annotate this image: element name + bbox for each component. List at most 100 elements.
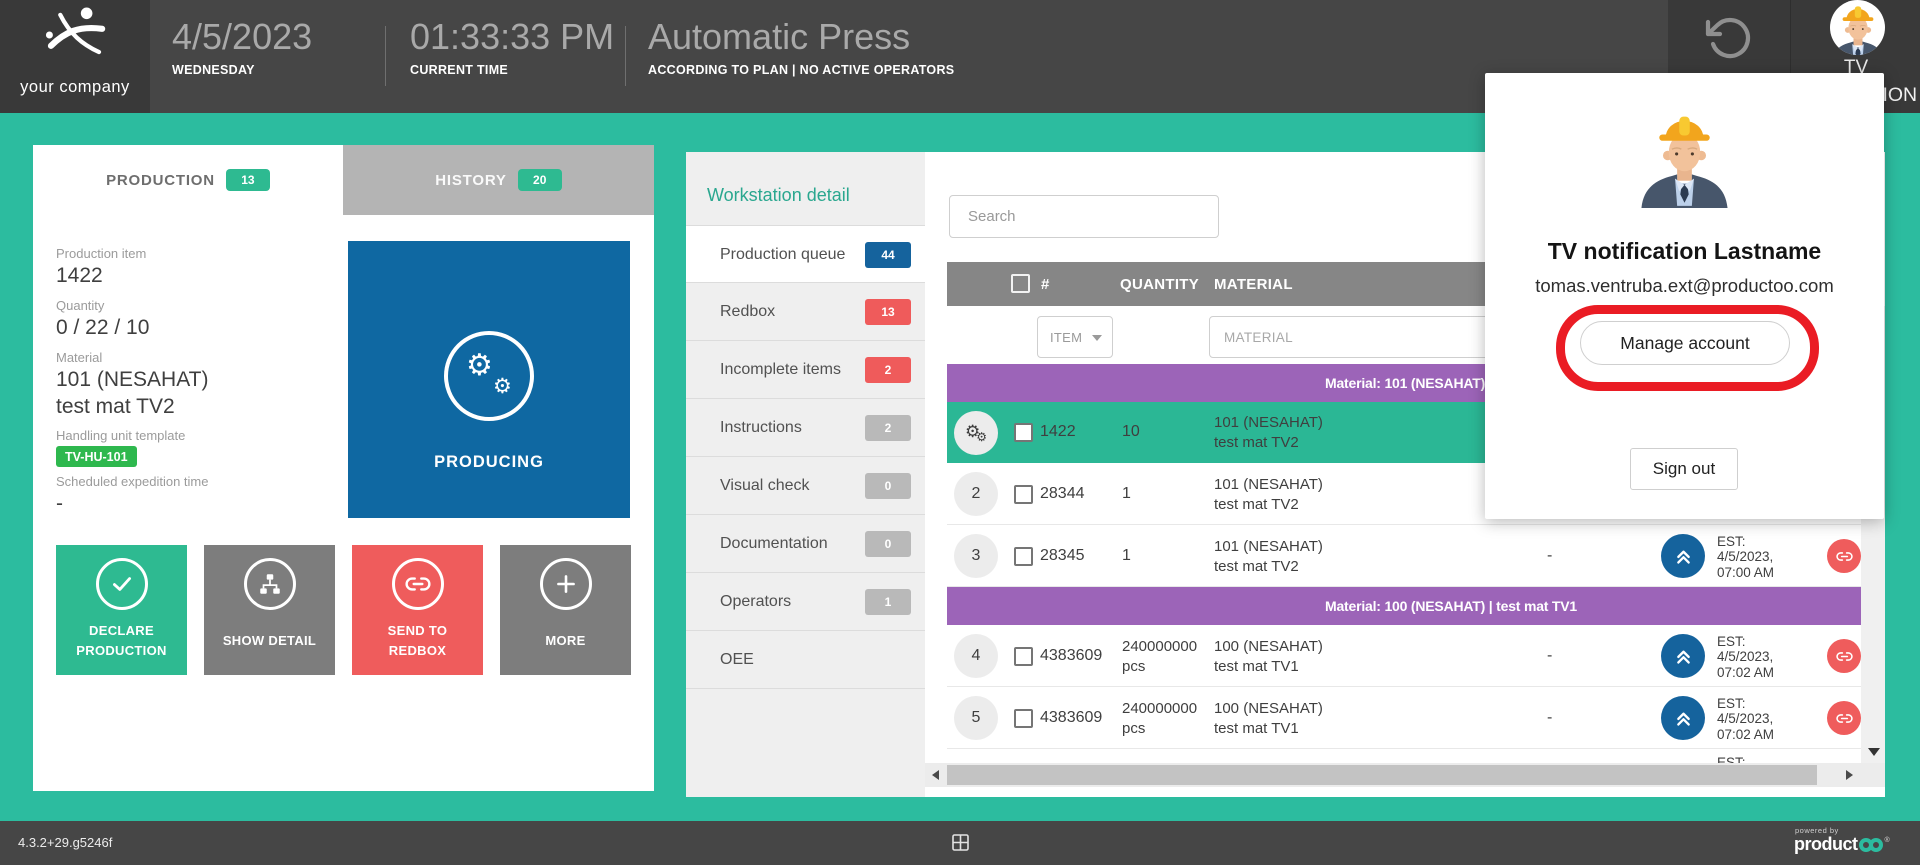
producing-row-gear-icon: ⚙⚙ [954,411,998,455]
queue-row-3[interactable]: 3 28345 1 101 (NESAHAT)test mat TV2 - ES… [947,525,1861,587]
workstation-status: ACCORDING TO PLAN | NO ACTIVE OPERATORS [648,63,954,77]
quantity-value: 0 / 22 / 10 [56,316,149,340]
row-checkbox[interactable] [1014,547,1033,566]
item-filter-select[interactable]: ITEM [1037,316,1113,358]
user-full-name: TV notification Lastname [1485,238,1884,265]
queue-row-5[interactable]: 5 4383609 240000000pcs 100 (NESAHAT)test… [947,687,1861,749]
plus-icon [540,558,592,610]
row-checkbox[interactable] [1014,485,1033,504]
more-button[interactable]: MORE [500,545,631,675]
menu-item-incomplete-items[interactable]: Incomplete items 2 [686,341,925,399]
scroll-down-icon[interactable] [1868,748,1880,756]
declare-production-label: DECLAREPRODUCTION [60,618,183,664]
header-divider [625,26,626,86]
link-button[interactable] [1827,639,1861,673]
menu-item-redbox[interactable]: Redbox 13 [686,283,925,341]
company-logo: your company [0,0,150,113]
tab-history-count-badge: 20 [518,169,562,191]
move-to-top-button[interactable] [1661,696,1705,740]
queue-row-6-partial: EST: [947,749,1861,763]
operators-count-badge: 1 [865,589,911,615]
row-checkbox[interactable] [1014,423,1033,442]
visual-check-count-badge: 0 [865,473,911,499]
menu-item-operators[interactable]: Operators 1 [686,573,925,631]
incomplete-items-count-badge: 2 [865,357,911,383]
cell-material: 101 (NESAHAT)test mat TV2 [1214,413,1323,453]
production-item-value: 1422 [56,264,103,288]
check-icon [96,558,148,610]
cell-quantity: 1 [1122,485,1131,503]
move-to-top-button[interactable] [1661,534,1705,578]
productoo-brand: product ® [1794,834,1890,855]
menu-item-instructions[interactable]: Instructions 2 [686,399,925,457]
column-header-material: MATERIAL [1214,262,1293,306]
workstation-detail-panel: Workstation detail Production queue 44 R… [686,152,925,797]
cell-est: EST:4/5/2023,07:00 AM [1717,534,1774,581]
tab-production-count-badge: 13 [226,169,270,191]
link-button[interactable] [1827,539,1861,573]
move-to-top-button[interactable] [1661,634,1705,678]
scroll-right-icon[interactable] [1846,770,1853,780]
tab-production-label: PRODUCTION [106,172,215,189]
current-time: 01:33:33 PM [410,16,614,58]
link-icon [392,558,444,610]
handling-unit-badge: TV-HU-101 [56,446,137,467]
row-checkbox[interactable] [1014,647,1033,666]
menu-item-production-queue[interactable]: Production queue 44 [686,225,925,283]
select-all-checkbox[interactable] [1011,274,1030,293]
sign-out-button[interactable]: Sign out [1630,448,1738,490]
send-to-redbox-label: SEND TOREDBOX [356,618,479,664]
declare-production-button[interactable]: DECLAREPRODUCTION [56,545,187,675]
gear-icon: ⚙ [976,431,987,443]
user-avatar-large [1632,103,1737,208]
material-group-header: Material: 100 (NESAHAT) | test mat TV1 [947,587,1861,625]
material-value-line2: test mat TV2 [56,395,175,419]
scroll-left-icon[interactable] [932,770,939,780]
cell-dash: - [1547,547,1552,565]
bottom-status-bar: 4.3.2+29.g5246f powered by product ® [0,821,1920,865]
producing-status-label: PRODUCING [348,453,630,472]
tab-production[interactable]: PRODUCTION 13 [33,145,343,215]
row-number: 2 [954,472,998,516]
productoo-logo: powered by product ® [1794,826,1904,860]
send-to-redbox-button[interactable]: SEND TOREDBOX [352,545,483,675]
chevron-down-icon [1092,335,1102,341]
row-number: 4 [954,634,998,678]
manage-account-button[interactable]: Manage account [1580,321,1790,365]
horizontal-scrollbar[interactable] [925,763,1885,787]
header-divider [385,26,386,86]
cell-item: 4383609 [1040,647,1102,665]
search-input[interactable] [949,195,1219,238]
producing-status-box: ⚙ ⚙ PRODUCING [348,241,630,518]
horizontal-scrollbar-thumb[interactable] [947,765,1817,785]
row-number: 5 [954,696,998,740]
queue-row-4[interactable]: 4 4383609 240000000pcs 100 (NESAHAT)test… [947,625,1861,687]
cell-est: EST:4/5/2023,07:02 AM [1717,634,1774,681]
cell-item: 4383609 [1040,709,1102,727]
grid-apps-icon[interactable] [952,834,969,851]
productoo-oo-icon [1859,838,1883,852]
producing-gears-icon: ⚙ ⚙ [444,331,534,421]
tab-history[interactable]: HISTORY 20 [343,145,654,215]
cell-est: EST: [1717,755,1746,763]
menu-item-documentation[interactable]: Documentation 0 [686,515,925,573]
instructions-count-badge: 2 [865,415,911,441]
cell-material: 100 (NESAHAT)test mat TV1 [1214,699,1323,739]
menu-item-visual-check[interactable]: Visual check 0 [686,457,925,515]
menu-item-oee[interactable]: OEE [686,631,925,689]
gear-icon: ⚙ [493,376,512,397]
documentation-count-badge: 0 [865,531,911,557]
gear-icon: ⚙ [466,351,493,381]
quantity-label: Quantity [56,298,104,313]
app-version: 4.3.2+29.g5246f [18,835,112,850]
material-value-line1: 101 (NESAHAT) [56,368,209,392]
link-button[interactable] [1827,701,1861,735]
cell-dash: - [1547,709,1552,727]
expedition-time-value: - [56,492,63,516]
handling-unit-label: Handling unit template [56,428,185,443]
show-detail-button[interactable]: SHOW DETAIL [204,545,335,675]
user-account-popup: TV notification Lastname tomas.ventruba.… [1485,73,1884,519]
expedition-time-label: Scheduled expedition time [56,474,209,489]
row-checkbox[interactable] [1014,709,1033,728]
production-item-label: Production item [56,246,146,261]
